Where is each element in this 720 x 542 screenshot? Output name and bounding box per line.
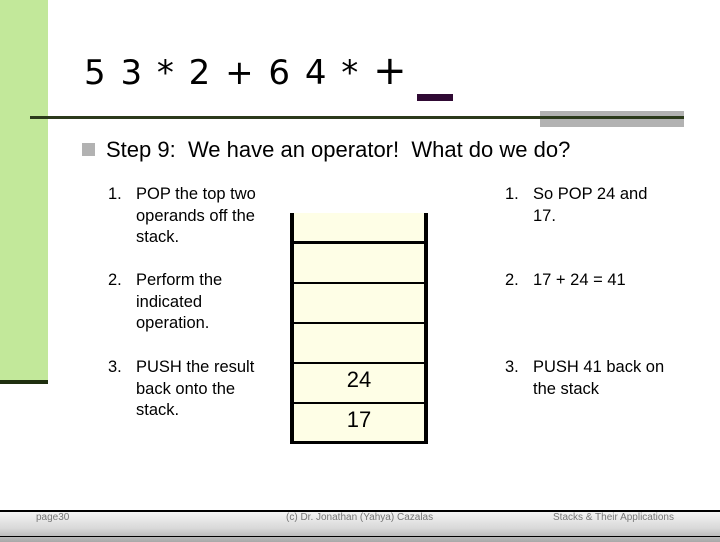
footer-topic: Stacks & Their Applications — [553, 512, 674, 523]
step-number: 1. — [505, 185, 519, 203]
left-step-1: 1. POP the top two operands off the stac… — [108, 184, 258, 249]
title-rule-overlay — [540, 116, 684, 119]
slide-footer: page30 (c) Dr. Jonathan (Yahya) Cazalas … — [0, 510, 720, 542]
stack-divider — [290, 362, 428, 364]
step-number: 3. — [108, 358, 122, 376]
stack-bottom — [290, 441, 428, 444]
stack-diagram: 24 17 — [290, 213, 428, 444]
title-rule-accent — [540, 111, 684, 127]
step-number: 3. — [505, 358, 519, 376]
stack-cell — [290, 213, 428, 241]
stack-cell — [290, 244, 428, 282]
stack-cell: 17 — [346, 407, 372, 432]
footer-divider — [0, 536, 720, 537]
step-text: PUSH the result back onto the stack. — [136, 358, 255, 419]
stack-cell: 24 — [346, 367, 372, 392]
current-token-marker — [417, 94, 453, 101]
current-token: + — [373, 48, 409, 94]
step-text: 17 + 24 = 41 — [533, 271, 626, 289]
step-text: So POP 24 and 17. — [533, 185, 648, 225]
step-text: PUSH 41 back on the stack — [533, 358, 665, 398]
step-number: 1. — [108, 185, 122, 203]
left-step-2: 2. Perform the indicated operation. — [108, 270, 258, 335]
footer-author: (c) Dr. Jonathan (Yahya) Cazalas — [286, 512, 434, 523]
step-text: POP the top two operands off the stack. — [136, 185, 256, 246]
stack-cell — [290, 284, 428, 322]
step-text: Perform the indicated operation. — [136, 271, 223, 332]
left-step-3: 3. PUSH the result back onto the stack. — [108, 357, 268, 422]
stack-cell — [290, 324, 428, 362]
footer-page-number: page30 — [36, 512, 70, 523]
right-step-3: 3. PUSH 41 back on the stack — [505, 357, 665, 400]
accent-bar-base — [0, 380, 48, 384]
title-expression: 5 3 * 2 + 6 4 * — [84, 53, 374, 93]
step-number: 2. — [505, 271, 519, 289]
step-heading: Step 9: We have an operator! What do we … — [106, 137, 571, 162]
slide-title: 5 3 * 2 + 6 4 * + — [84, 48, 409, 94]
right-step-1: 1. So POP 24 and 17. — [505, 184, 655, 227]
bullet-icon — [82, 143, 95, 156]
right-step-2: 2. 17 + 24 = 41 — [505, 270, 685, 292]
step-number: 2. — [108, 271, 122, 289]
accent-sidebar-bar — [0, 0, 48, 380]
